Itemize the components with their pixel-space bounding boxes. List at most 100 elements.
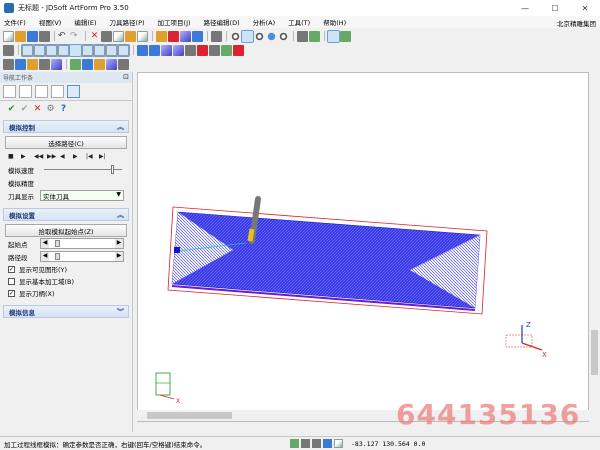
move-icon[interactable] xyxy=(3,44,14,56)
fast-forward-icon[interactable]: ▶▶ xyxy=(47,153,60,160)
new-file-icon[interactable] xyxy=(3,30,14,42)
filter-icon[interactable] xyxy=(185,44,196,56)
machine-icon[interactable] xyxy=(39,58,50,70)
pick-start-point-button[interactable]: 拾取模拟起始点(Z) xyxy=(5,224,127,237)
box-select-icon[interactable] xyxy=(137,44,148,56)
speed-slider[interactable] xyxy=(44,165,122,174)
intersection-snap-icon[interactable] xyxy=(57,43,70,57)
path-list-icon[interactable] xyxy=(51,58,62,70)
cut-icon[interactable] xyxy=(101,30,112,42)
menu-help[interactable]: 帮助(H) xyxy=(323,17,346,27)
nav-toggle-icon[interactable] xyxy=(3,58,14,70)
menu-path-edit[interactable]: 路径编辑(D) xyxy=(204,17,240,27)
view-sphere-selected-icon[interactable] xyxy=(241,29,254,43)
remove-select-icon[interactable] xyxy=(233,44,244,56)
view-ring-icon[interactable] xyxy=(278,30,289,42)
show-basic-domain-checkbox[interactable]: 显示基本加工域(B) xyxy=(0,275,132,287)
checkbox-box[interactable] xyxy=(8,277,15,285)
midpoint-snap-icon[interactable] xyxy=(45,43,58,57)
line-snap-icon[interactable] xyxy=(21,43,34,57)
play-icon[interactable]: ▶ xyxy=(21,153,34,160)
spin-thumb[interactable] xyxy=(55,253,60,260)
delete-icon[interactable]: ✕ xyxy=(89,31,100,42)
view-sphere-icon[interactable] xyxy=(230,30,241,42)
nav-tab-layers-icon[interactable] xyxy=(35,85,48,98)
section-sim-settings[interactable]: 模拟设置 ︽ xyxy=(3,208,129,221)
menu-view[interactable]: 视图(V) xyxy=(39,17,62,27)
spin-left-icon[interactable]: ◀ xyxy=(41,252,49,261)
view-circle-icon[interactable] xyxy=(254,30,265,42)
quadrant-snap-icon[interactable] xyxy=(81,43,94,57)
menu-analysis[interactable]: 分析(A) xyxy=(253,17,276,27)
coord-system-icon[interactable] xyxy=(211,30,222,42)
surface-icon[interactable] xyxy=(180,30,191,42)
vertical-scroll-thumb[interactable] xyxy=(591,330,598,375)
spin-left-icon[interactable]: ◀ xyxy=(41,239,49,248)
select-path-button[interactable]: 选择路径(C) xyxy=(5,136,127,149)
stop-icon[interactable]: ■ xyxy=(8,153,21,160)
expand-chevron-icon[interactable]: ︾ xyxy=(117,307,124,317)
center-snap-icon[interactable] xyxy=(69,43,82,57)
shading-icon[interactable] xyxy=(106,58,117,70)
tool-display-select[interactable]: 实体刀具 ▼ xyxy=(40,190,124,201)
go-start-icon[interactable]: |◀ xyxy=(86,153,99,160)
open-folder-icon[interactable] xyxy=(15,30,26,42)
display-icon[interactable] xyxy=(297,30,308,42)
menu-edit[interactable]: 编辑(E) xyxy=(74,17,96,27)
nav-tab-tools-icon[interactable] xyxy=(19,85,32,98)
apply-icon[interactable]: ✔ xyxy=(18,104,31,114)
collapse-chevron-icon[interactable]: ︽ xyxy=(117,210,124,220)
check-icon[interactable] xyxy=(309,30,320,42)
settings-icon[interactable]: ⚙ xyxy=(44,104,57,114)
viewport-3d[interactable]: Z X X xyxy=(137,72,589,422)
paste-icon[interactable] xyxy=(125,30,136,42)
perpendicular-snap-icon[interactable] xyxy=(93,43,106,57)
redo-icon[interactable]: ↷ xyxy=(70,31,81,42)
status-grid-icon[interactable] xyxy=(312,439,321,448)
view-ball-icon[interactable] xyxy=(266,30,277,42)
close-button[interactable]: ✕ xyxy=(570,0,600,16)
spin-thumb[interactable] xyxy=(55,240,60,247)
tool-library-icon[interactable] xyxy=(15,58,26,70)
nearest-snap-icon[interactable] xyxy=(117,43,130,57)
menu-toolpath[interactable]: 刀具路径(P) xyxy=(110,17,145,27)
nav-tab-objects-icon[interactable] xyxy=(51,85,64,98)
nav-tab-simulation-icon[interactable] xyxy=(67,85,80,98)
report-icon[interactable] xyxy=(94,58,105,70)
output-icon[interactable] xyxy=(82,58,93,70)
collapse-chevron-icon[interactable]: ︽ xyxy=(117,122,124,132)
nav-panel-close-icon[interactable]: ⊡ xyxy=(123,73,129,81)
inverse-select-icon[interactable] xyxy=(209,44,220,56)
dropdown-arrow-icon[interactable]: ▼ xyxy=(116,191,121,198)
show-visible-checkbox[interactable]: ✓ 显示可见图形(Y) xyxy=(0,263,132,275)
render-icon[interactable] xyxy=(168,30,179,42)
path-segment-spinner[interactable]: ◀ ▶ xyxy=(40,251,124,262)
show-holder-checkbox[interactable]: ✓ 显示刀柄(X) xyxy=(0,287,132,299)
print-icon[interactable] xyxy=(39,30,50,42)
copy-icon[interactable] xyxy=(113,30,124,42)
clear-select-icon[interactable] xyxy=(197,44,208,56)
endpoint-snap-icon[interactable] xyxy=(33,43,46,57)
maximize-button[interactable]: ☐ xyxy=(540,0,570,16)
speed-slider-thumb[interactable] xyxy=(111,165,114,174)
wire-icon[interactable] xyxy=(118,58,129,70)
step-back-icon[interactable]: ◀ xyxy=(60,153,73,160)
layer-icon[interactable] xyxy=(192,30,203,42)
surface-select-icon[interactable] xyxy=(161,44,172,56)
menu-machining-project[interactable]: 加工项目(J) xyxy=(158,17,191,27)
simulate-icon[interactable] xyxy=(70,58,81,70)
checkbox-box[interactable]: ✓ xyxy=(8,265,15,273)
window-select-icon[interactable] xyxy=(149,44,160,56)
checkbox-box[interactable]: ✓ xyxy=(8,289,15,297)
nav-tab-project-icon[interactable] xyxy=(3,85,16,98)
menu-file[interactable]: 文件(F) xyxy=(4,17,26,27)
section-sim-control[interactable]: 模拟控制 ︽ xyxy=(3,120,129,133)
undo-icon[interactable]: ↶ xyxy=(58,31,69,42)
spin-right-icon[interactable]: ▶ xyxy=(115,252,123,261)
spin-right-icon[interactable]: ▶ xyxy=(115,239,123,248)
menu-tools[interactable]: 工具(T) xyxy=(288,17,310,27)
go-end-icon[interactable]: ▶| xyxy=(99,153,112,160)
status-move-icon[interactable] xyxy=(301,439,310,448)
status-zoom-icon[interactable] xyxy=(323,439,332,448)
rewind-icon[interactable]: ◀◀ xyxy=(34,153,47,160)
